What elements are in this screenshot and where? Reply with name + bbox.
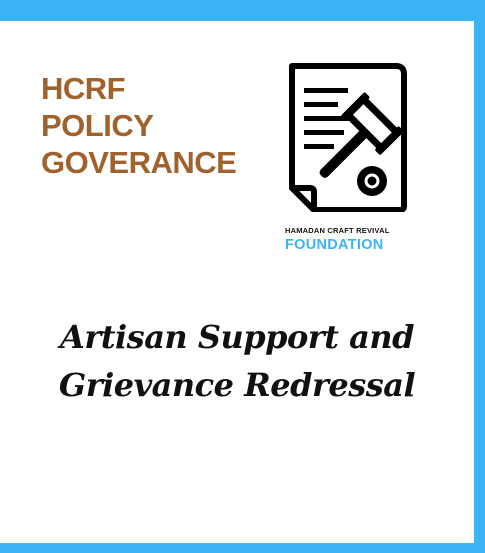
organization-name-line-1: HAMADAN CRAFT REVIVAL — [285, 226, 390, 235]
subtitle-line-1: Artisan Support and — [60, 318, 414, 356]
title-line-3: GOVERANCE — [41, 145, 237, 180]
document-gavel-icon — [289, 63, 407, 212]
page-title: HCRF POLICY GOVERANCE — [41, 70, 237, 181]
title-line-1: HCRF — [41, 71, 126, 106]
title-line-2: POLICY — [41, 108, 154, 143]
cover-page: HCRF POLICY GOVERANCE HAMADAN CRAFT REVI… — [0, 21, 474, 543]
organization-name: HAMADAN CRAFT REVIVAL FOUNDATION — [285, 226, 415, 253]
organization-name-line-2: FOUNDATION — [285, 237, 384, 253]
subtitle-line-2: Grievance Redressal — [58, 366, 416, 404]
page-subtitle: Artisan Support and Grievance Redressal — [0, 313, 474, 409]
